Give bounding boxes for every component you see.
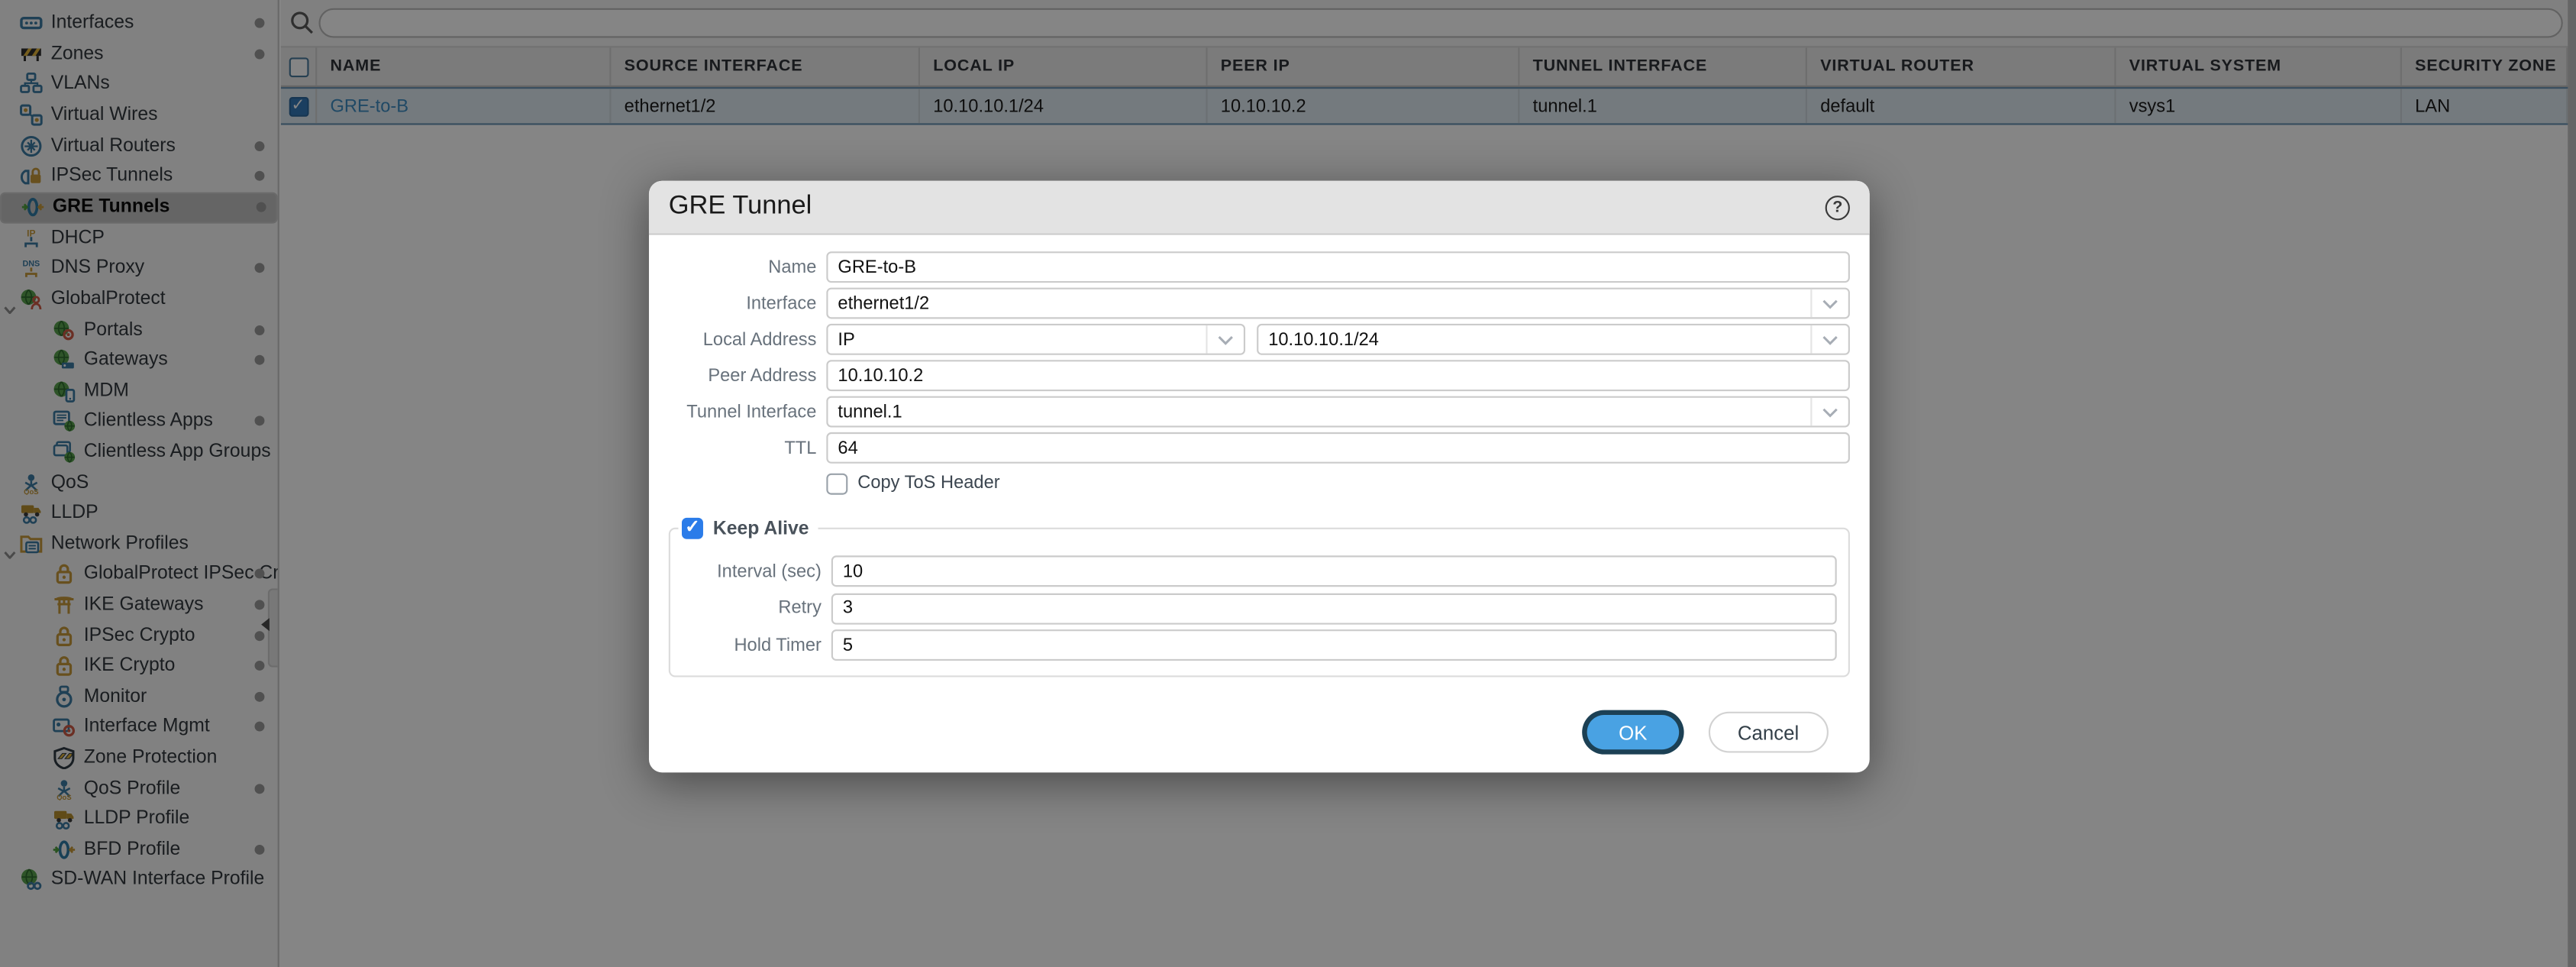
interface-label: Interface	[659, 293, 817, 313]
ok-button[interactable]: OK	[1587, 715, 1678, 749]
hold-timer-field[interactable]	[831, 629, 1837, 661]
chevron-down-icon	[1810, 398, 1848, 426]
tunnel-interface-value: tunnel.1	[828, 402, 1811, 422]
dialog-body: Name Interface ethernet1/2 Local Address…	[649, 235, 1870, 753]
name-row: Name	[659, 251, 1850, 283]
retry-label: Retry	[670, 598, 822, 618]
keep-alive-checkbox[interactable]: ✓	[682, 518, 703, 539]
hold-timer-label: Hold Timer	[670, 636, 822, 655]
app-root: InterfacesZonesVLANsVirtual WiresVirtual…	[0, 0, 2576, 967]
tunnel-interface-select[interactable]: tunnel.1	[826, 396, 1850, 428]
name-field[interactable]	[826, 251, 1850, 283]
local-address-ip-value: 10.10.10.1/24	[1258, 329, 1810, 349]
local-address-row: Local Address IP 10.10.10.1/24	[659, 324, 1850, 355]
help-icon[interactable]: ?	[1825, 195, 1850, 219]
peer-address-label: Peer Address	[659, 366, 817, 386]
interface-select[interactable]: ethernet1/2	[826, 288, 1850, 319]
interval-row: Interval (sec)	[670, 555, 1837, 587]
interval-field[interactable]	[831, 555, 1837, 587]
keep-alive-label: Keep Alive	[713, 519, 809, 538]
copy-tos-label: Copy ToS Header	[857, 474, 999, 493]
tunnel-interface-label: Tunnel Interface	[659, 402, 817, 422]
peer-address-row: Peer Address	[659, 360, 1850, 391]
gre-tunnel-dialog: GRE Tunnel ? Name Interface ethernet1/2 …	[649, 181, 1870, 773]
chevron-down-icon	[1206, 325, 1243, 354]
peer-address-field[interactable]	[826, 360, 1850, 391]
hold-timer-row: Hold Timer	[670, 629, 1837, 661]
name-label: Name	[659, 257, 817, 277]
local-address-type-select[interactable]: IP	[826, 324, 1245, 355]
ttl-field[interactable]	[826, 432, 1850, 464]
interface-row: Interface ethernet1/2	[659, 288, 1850, 319]
keep-alive-group: ✓ Keep Alive Interval (sec) Retry Hold T…	[669, 518, 1850, 678]
local-address-label: Local Address	[659, 329, 817, 349]
retry-row: Retry	[670, 593, 1837, 624]
tunnel-interface-row: Tunnel Interface tunnel.1	[659, 396, 1850, 428]
dialog-header: GRE Tunnel ?	[649, 181, 1870, 235]
retry-field[interactable]	[831, 593, 1837, 624]
local-address-ip-select[interactable]: 10.10.10.1/24	[1257, 324, 1850, 355]
ttl-label: TTL	[659, 438, 817, 458]
cancel-button[interactable]: Cancel	[1708, 712, 1829, 753]
chevron-down-icon	[1810, 289, 1848, 318]
copy-tos-row: Copy ToS Header	[659, 472, 1850, 495]
dialog-title: GRE Tunnel	[669, 192, 1825, 222]
local-address-type-value: IP	[828, 329, 1206, 349]
dialog-buttons: OK Cancel	[659, 712, 1850, 753]
interval-label: Interval (sec)	[670, 561, 822, 581]
ttl-row: TTL	[659, 432, 1850, 464]
copy-tos-checkbox[interactable]	[826, 473, 847, 494]
chevron-down-icon	[1810, 325, 1848, 354]
interface-value: ethernet1/2	[828, 293, 1811, 313]
